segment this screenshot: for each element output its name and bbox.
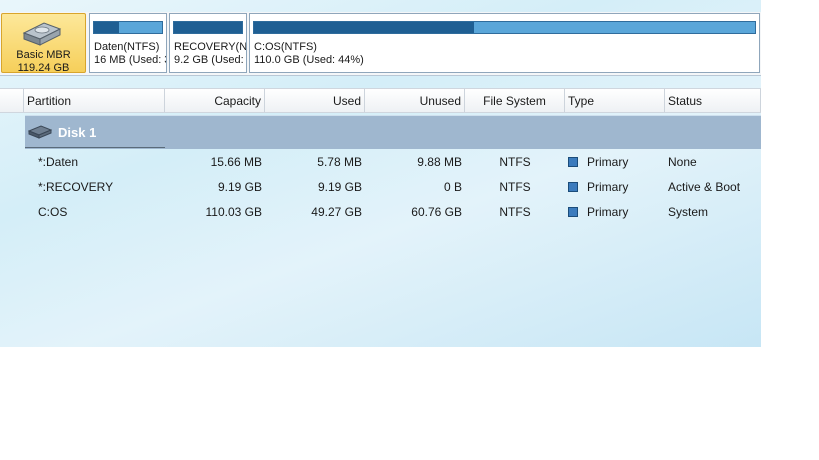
list-header: Partition Capacity Used Unused File Syst… [0,88,761,113]
partition-block-os[interactable]: C:OS(NTFS) 110.0 GB (Used: 44%) [249,13,760,73]
partition-block-detail: 110.0 GB (Used: 44%) [254,54,364,66]
disk-card-size: 119.24 GB [17,62,70,74]
cell-partition: *:RECOVERY [38,180,114,194]
partition-block-recovery[interactable]: RECOVERY(NT 9.2 GB (Used: [169,13,247,73]
column-header-used[interactable]: Used [265,89,365,112]
usage-bar-fill [94,22,120,33]
partition-block-label: RECOVERY(NT [174,41,247,53]
cell-used: 9.19 GB [317,180,362,194]
table-row[interactable]: *:RECOVERY 9.19 GB 9.19 GB 0 B NTFS Prim… [25,175,761,200]
column-header-expander[interactable] [0,89,24,112]
cell-capacity: 15.66 MB [210,155,262,169]
partition-block-detail: 9.2 GB (Used: [174,54,244,66]
partition-block-daten[interactable]: Daten(NTFS) 16 MB (Used: 3 [89,13,167,73]
disk-card-name: Basic MBR [16,49,71,61]
cell-partition: *:Daten [38,155,79,169]
disk-row-label: Disk 1 [58,125,97,140]
partition-block-detail: 16 MB (Used: 3 [94,54,167,66]
column-header-file-system[interactable]: File System [465,89,565,112]
disk-row[interactable]: Disk 1 [25,115,761,149]
partition-manager-view: Basic MBR 119.24 GB Daten(NTFS) 16 MB (U… [0,0,761,347]
cell-file-system: NTFS [499,155,531,169]
partition-block-label: Daten(NTFS) [94,41,160,53]
cell-type-label: Primary [587,155,629,169]
cell-status: Active & Boot [668,180,741,194]
cell-file-system: NTFS [499,180,531,194]
column-header-status[interactable]: Status [665,89,761,112]
cell-capacity: 110.03 GB [205,205,262,219]
primary-partition-icon [568,157,578,167]
usage-bar [253,21,756,34]
cell-type-label: Primary [587,205,629,219]
usage-bar-fill [254,22,475,33]
column-header-partition[interactable]: Partition [24,89,165,112]
primary-partition-icon [568,182,578,192]
cell-status: System [668,205,709,219]
disk-icon [28,125,52,139]
cell-used: 5.78 MB [317,155,362,169]
disk-map: Basic MBR 119.24 GB Daten(NTFS) 16 MB (U… [0,12,761,76]
cell-partition: C:OS [38,205,68,219]
cell-unused: 0 B [443,180,462,194]
usage-bar [173,21,243,34]
cell-type-label: Primary [587,180,629,194]
cell-unused: 9.88 MB [417,155,462,169]
column-header-capacity[interactable]: Capacity [165,89,265,112]
usage-bar-fill [174,22,242,33]
cell-file-system: NTFS [499,205,531,219]
primary-partition-icon [568,207,578,217]
table-row[interactable]: *:Daten 15.66 MB 5.78 MB 9.88 MB NTFS Pr… [25,150,761,175]
table-row[interactable]: C:OS 110.03 GB 49.27 GB 60.76 GB NTFS Pr… [25,200,761,225]
usage-bar [93,21,163,34]
cell-status: None [668,155,697,169]
disk-card[interactable]: Basic MBR 119.24 GB [1,13,86,74]
cell-used: 49.27 GB [311,205,362,219]
hard-disk-icon [22,22,62,46]
disk-row-focus-line [25,147,165,148]
column-header-type[interactable]: Type [565,89,665,112]
cell-unused: 60.76 GB [411,205,462,219]
column-header-unused[interactable]: Unused [365,89,465,112]
cell-capacity: 9.19 GB [217,180,262,194]
partition-block-label: C:OS(NTFS) [254,41,317,53]
